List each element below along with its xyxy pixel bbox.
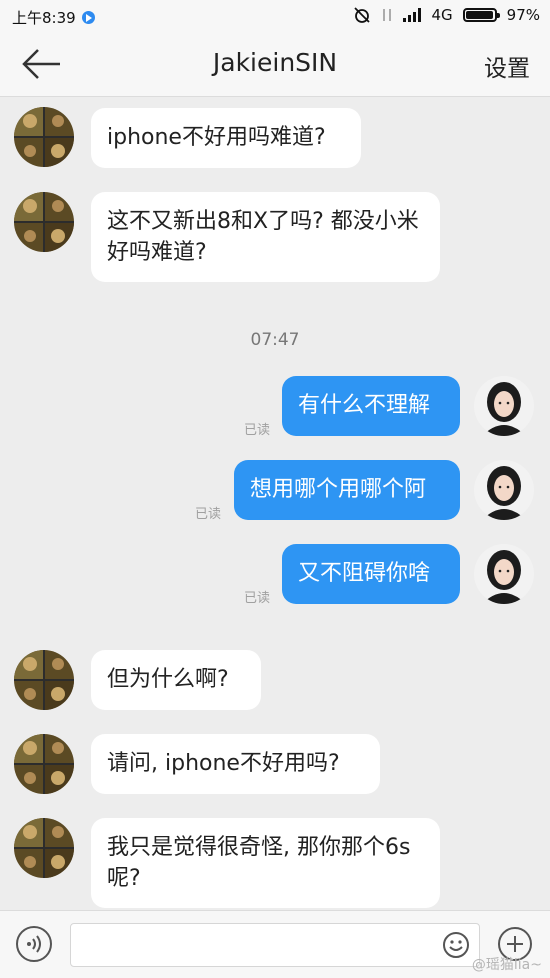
alarm-off-icon (354, 7, 371, 23)
message-bubble-incoming[interactable]: 但为什么啊? (91, 650, 261, 710)
contact-avatar[interactable] (14, 734, 74, 794)
message-bubble-outgoing[interactable]: 有什么不理解 (282, 376, 460, 436)
message-bubble-outgoing[interactable]: 想用哪个用哪个阿 (234, 460, 460, 520)
voice-icon (27, 935, 41, 953)
message-bubble-outgoing[interactable]: 又不阻碍你啥 (282, 544, 460, 604)
message-text: 又不阻碍你啥 (298, 561, 431, 586)
message-text: 请问, iphone不好用吗? (107, 751, 340, 776)
arrow-left-icon (22, 49, 60, 79)
message-bubble-incoming[interactable]: iphone不好用吗难道? (91, 108, 361, 168)
message-input[interactable] (70, 923, 480, 967)
read-status: 已读 (195, 507, 222, 522)
message-text: 想用哪个用哪个阿 (250, 477, 427, 502)
message-text: 这不又新出8和X了吗? 都没小米好吗难道? (107, 209, 419, 265)
contact-avatar[interactable] (14, 818, 74, 878)
status-bar: 上午8:39 4G 97% (0, 0, 550, 32)
contact-avatar[interactable] (14, 107, 74, 167)
chat-title: JakieinSIN (212, 48, 338, 77)
message-bubble-incoming[interactable]: 我只是觉得很奇怪, 那你那个6s呢? (91, 818, 440, 908)
emoji-icon (443, 932, 469, 958)
emoji-button[interactable] (442, 931, 470, 959)
contact-avatar[interactable] (14, 650, 74, 710)
voice-button[interactable] (16, 926, 52, 962)
message-text: iphone不好用吗难道? (107, 125, 326, 150)
watermark: @瑶猫lia~ (471, 957, 542, 973)
message-bubble-incoming[interactable]: 这不又新出8和X了吗? 都没小米好吗难道? (91, 192, 440, 282)
settings-button[interactable]: 设置 (484, 49, 530, 83)
chat-header: JakieinSIN 设置 (0, 32, 550, 97)
user-avatar[interactable] (474, 544, 534, 604)
battery-icon (462, 8, 500, 22)
status-time: 上午8:39 (12, 9, 76, 27)
data-transfer-icon (383, 9, 392, 21)
contact-avatar[interactable] (14, 192, 74, 252)
input-bar (0, 910, 550, 978)
network-type: 4G (431, 6, 453, 24)
user-avatar[interactable] (474, 376, 534, 436)
time-separator: 07:47 (250, 330, 300, 350)
message-text: 但为什么啊? (107, 667, 229, 692)
user-avatar[interactable] (474, 460, 534, 520)
message-text: 我只是觉得很奇怪, 那你那个6s呢? (107, 835, 411, 891)
video-app-icon (81, 11, 95, 24)
read-status: 已读 (244, 423, 271, 438)
battery-level: 97% (506, 6, 540, 24)
read-status: 已读 (244, 591, 271, 606)
back-button[interactable] (18, 44, 66, 84)
signal-icon (403, 8, 422, 22)
message-text: 有什么不理解 (298, 393, 431, 418)
message-bubble-incoming[interactable]: 请问, iphone不好用吗? (91, 734, 380, 794)
